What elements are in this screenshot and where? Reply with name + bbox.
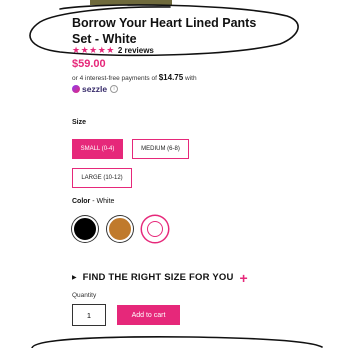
product-title: Borrow Your Heart Lined Pants Set - Whit… — [72, 16, 257, 46]
product-image-strip — [90, 0, 172, 5]
plus-icon: + — [239, 269, 248, 286]
installment-amount: $14.75 — [158, 73, 184, 82]
color-swatch-white[interactable] — [142, 216, 168, 242]
color-label: Color - White — [72, 198, 114, 205]
installment-text: or 4 interest-free payments of $14.75 wi… — [72, 73, 197, 82]
quantity-input[interactable] — [72, 304, 106, 326]
add-to-cart-button[interactable]: Add to cart — [117, 305, 180, 325]
size-guide-label: FIND THE RIGHT SIZE FOR YOU — [82, 272, 234, 283]
reviews-link[interactable]: 2 reviews — [118, 46, 154, 55]
size-option-large[interactable]: LARGE (10-12) — [72, 168, 132, 188]
sezzle-logo-icon — [72, 85, 80, 93]
installment-suffix: with — [185, 75, 197, 82]
star-rating-icon: ★★★★★ — [72, 45, 115, 55]
color-swatch-black[interactable] — [72, 216, 98, 242]
product-price: $59.00 — [72, 58, 106, 70]
product-page: Borrow Your Heart Lined Pants Set - Whit… — [0, 0, 348, 348]
info-icon[interactable]: i — [110, 85, 119, 93]
sezzle-badge[interactable]: sezzle i — [72, 84, 119, 94]
sezzle-label: sezzle — [82, 84, 108, 94]
hand-drawn-circle-annotation — [29, 4, 323, 348]
size-option-small[interactable]: SMALL (0-4) — [72, 139, 123, 159]
color-label-title: Color — [72, 198, 91, 205]
quantity-label: Quantity — [72, 292, 97, 299]
size-label: Size — [72, 119, 87, 126]
size-option-medium[interactable]: MEDIUM (6-8) — [132, 139, 189, 159]
installment-prefix: or 4 interest-free payments of — [72, 75, 157, 82]
color-swatch-brown[interactable] — [107, 216, 133, 242]
color-selected-value: White — [96, 198, 115, 205]
caret-right-icon: ▶ — [72, 275, 77, 281]
product-rating[interactable]: ★★★★★ 2 reviews — [72, 45, 154, 56]
size-guide-toggle[interactable]: ▶ FIND THE RIGHT SIZE FOR YOU + — [72, 269, 248, 286]
